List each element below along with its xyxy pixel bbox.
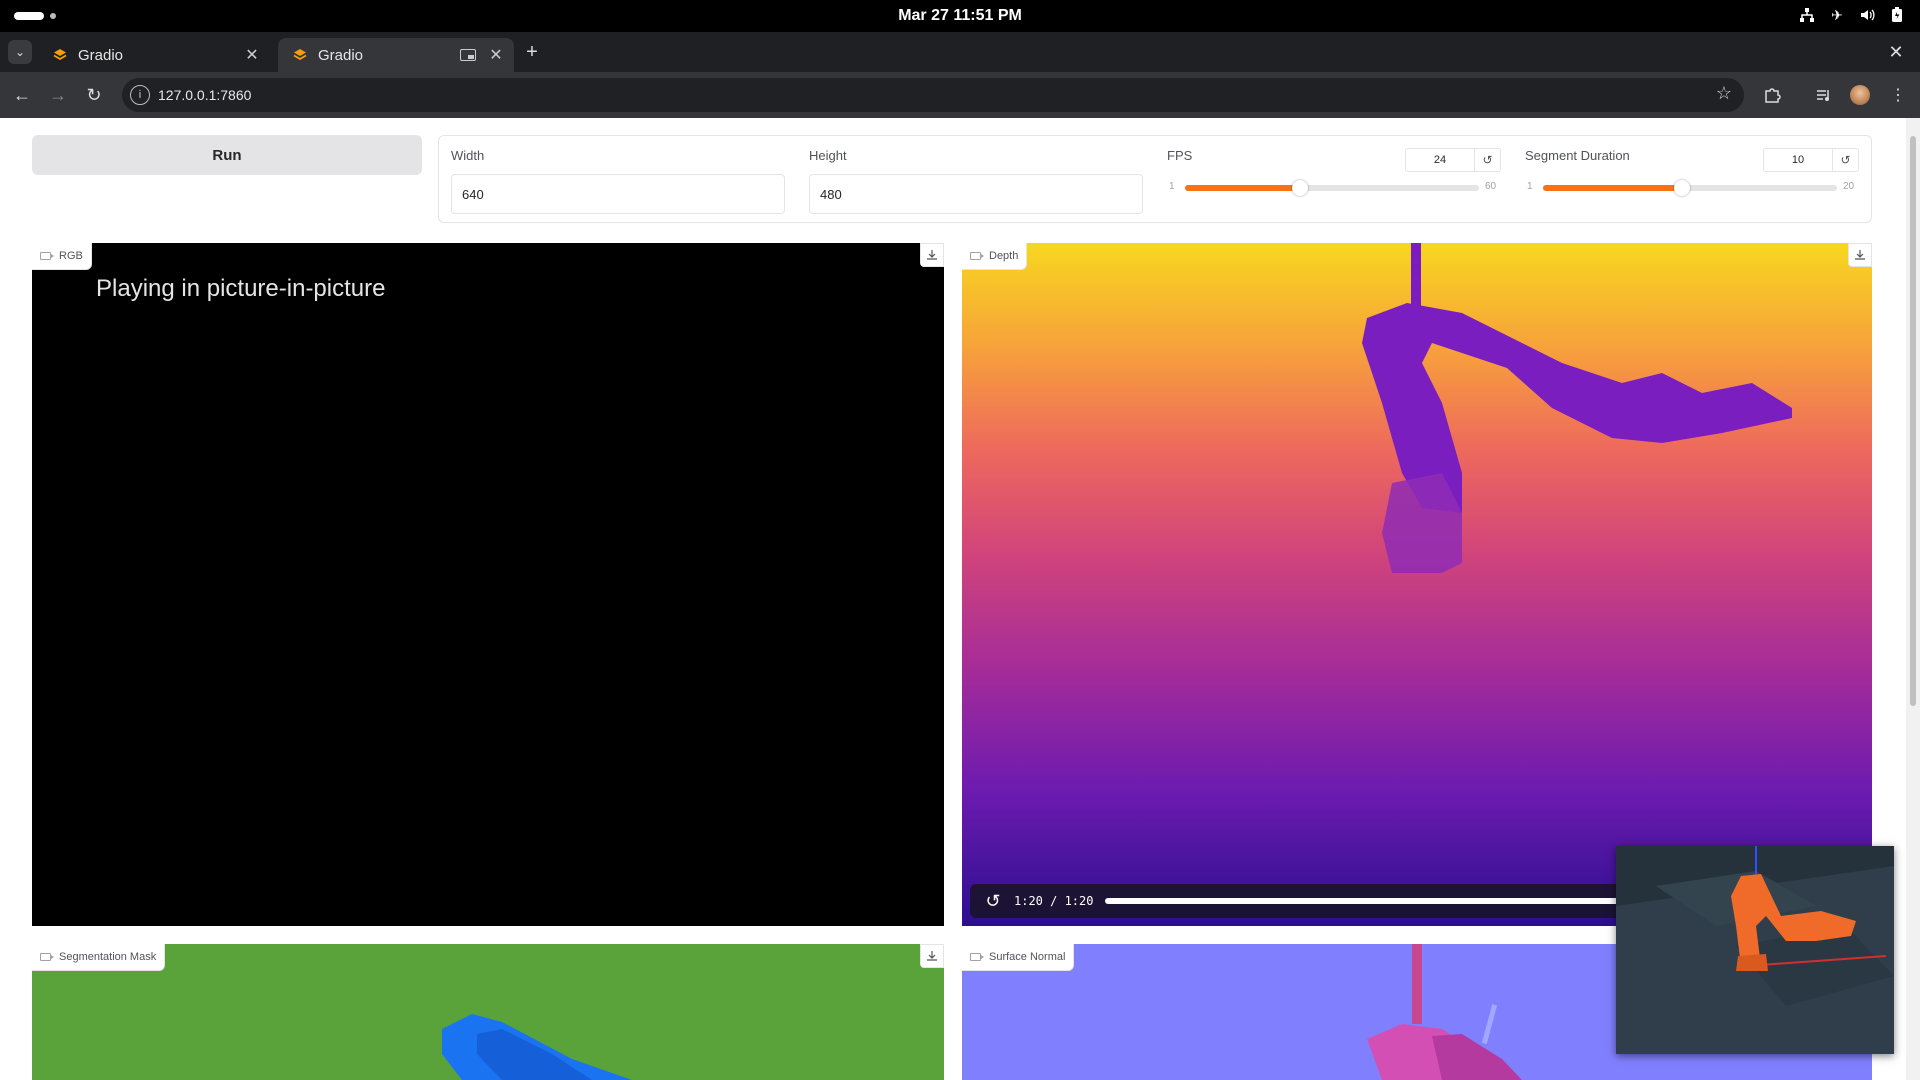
close-tab-icon[interactable]: ✕ bbox=[486, 45, 506, 65]
close-tab-icon[interactable]: ✕ bbox=[242, 45, 262, 65]
address-bar[interactable]: i 127.0.0.1:7860 ☆ bbox=[122, 78, 1744, 112]
airplane-mode-icon[interactable]: ✈ bbox=[1828, 6, 1846, 24]
media-controls-icon[interactable] bbox=[1812, 83, 1836, 107]
browser-toolbar: ← → ↻ i 127.0.0.1:7860 ☆ ⋮ bbox=[0, 72, 1920, 118]
reload-icon[interactable]: ↻ bbox=[82, 83, 106, 107]
fps-min-label: 1 bbox=[1169, 181, 1175, 192]
normal-label-text: Surface Normal bbox=[989, 951, 1066, 963]
page-scrollbar[interactable] bbox=[1906, 118, 1920, 1080]
settings-form: Width Height FPS 24 ↺ 1 60 Segment Durat… bbox=[438, 135, 1872, 223]
fps-slider-fill bbox=[1185, 185, 1300, 191]
fps-max-label: 60 bbox=[1485, 181, 1497, 192]
rgb-video-panel[interactable]: RGB Playing in picture-in-picture bbox=[32, 243, 944, 926]
fps-reset-icon[interactable]: ↺ bbox=[1475, 148, 1501, 172]
gradio-favicon-icon bbox=[293, 49, 307, 61]
download-icon[interactable] bbox=[1848, 243, 1872, 267]
system-top-bar: Mar 27 11:51 PM ✈ bbox=[0, 0, 1920, 32]
fps-label: FPS bbox=[1167, 148, 1193, 163]
normal-panel-label: Surface Normal bbox=[962, 944, 1075, 971]
rgb-panel-label: RGB bbox=[32, 243, 92, 270]
pip-message: Playing in picture-in-picture bbox=[96, 275, 386, 302]
system-tray[interactable]: ✈ bbox=[1798, 6, 1906, 24]
volume-icon[interactable] bbox=[1858, 6, 1876, 24]
depth-panel-label: Depth bbox=[962, 243, 1028, 270]
browser-tab-1[interactable]: Gradio ✕ bbox=[38, 38, 270, 72]
height-input[interactable] bbox=[809, 174, 1143, 214]
replay-icon[interactable]: ↺ bbox=[982, 890, 1004, 912]
rgb-label-text: RGB bbox=[59, 250, 83, 262]
scrollbar-thumb[interactable] bbox=[1910, 136, 1916, 706]
forward-arrow-icon[interactable]: → bbox=[46, 83, 70, 107]
segment-duration-number-input[interactable]: 10 bbox=[1763, 148, 1833, 172]
segmentation-video-panel[interactable]: Segmentation Mask bbox=[32, 944, 944, 1080]
segment-duration-label: Segment Duration bbox=[1525, 148, 1630, 163]
height-label: Height bbox=[809, 148, 847, 163]
segmentation-panel-label: Segmentation Mask bbox=[32, 944, 166, 971]
bookmark-star-icon[interactable]: ☆ bbox=[1716, 83, 1732, 104]
segment-duration-slider-thumb[interactable] bbox=[1674, 180, 1690, 196]
download-icon[interactable] bbox=[920, 243, 944, 267]
segment-duration-min-label: 1 bbox=[1527, 181, 1533, 192]
system-clock[interactable]: Mar 27 11:51 PM bbox=[0, 0, 1920, 32]
depth-video-panel[interactable]: Depth ↺ 1:20 / 1:20 bbox=[962, 243, 1872, 926]
profile-avatar[interactable] bbox=[1848, 83, 1872, 107]
network-icon[interactable] bbox=[1798, 6, 1816, 24]
tab-title: Gradio bbox=[78, 46, 124, 64]
segmentation-robot-arm bbox=[442, 1014, 632, 1080]
close-window-button[interactable]: ✕ bbox=[1884, 40, 1908, 64]
battery-icon[interactable] bbox=[1888, 6, 1906, 24]
fps-slider-thumb[interactable] bbox=[1292, 180, 1308, 196]
segment-duration-reset-icon[interactable]: ↺ bbox=[1833, 148, 1859, 172]
fps-number-input[interactable]: 24 bbox=[1405, 148, 1475, 172]
gradio-favicon-icon bbox=[53, 49, 67, 61]
video-camera-icon bbox=[40, 953, 54, 961]
video-camera-icon bbox=[970, 252, 984, 260]
width-input[interactable] bbox=[451, 174, 785, 214]
run-button[interactable]: Run bbox=[32, 135, 422, 175]
fps-slider[interactable] bbox=[1185, 180, 1479, 196]
more-menu-icon[interactable]: ⋮ bbox=[1886, 83, 1910, 107]
back-arrow-icon[interactable]: ← bbox=[10, 83, 34, 107]
segmentation-label-text: Segmentation Mask bbox=[59, 951, 157, 963]
new-tab-button[interactable]: + bbox=[520, 40, 544, 64]
tab-title: Gradio bbox=[318, 46, 364, 64]
tab-search-button[interactable]: ⌄ bbox=[8, 40, 32, 64]
extensions-puzzle-icon[interactable] bbox=[1760, 83, 1784, 107]
picture-in-picture-window[interactable] bbox=[1616, 846, 1894, 1054]
download-icon[interactable] bbox=[920, 944, 944, 968]
video-time: 1:20 / 1:20 bbox=[1014, 894, 1094, 908]
video-camera-icon bbox=[970, 953, 984, 961]
width-label: Width bbox=[451, 148, 485, 163]
browser-tab-2[interactable]: Gradio ✕ bbox=[278, 38, 514, 72]
url-text[interactable]: 127.0.0.1:7860 bbox=[158, 78, 251, 112]
picture-in-picture-icon[interactable] bbox=[460, 49, 476, 61]
segment-duration-slider[interactable] bbox=[1543, 180, 1837, 196]
pip-rgb-robot-scene bbox=[1616, 846, 1894, 1054]
depth-robot-arm bbox=[1362, 243, 1792, 573]
segment-duration-slider-fill bbox=[1543, 185, 1682, 191]
depth-label-text: Depth bbox=[989, 250, 1019, 262]
browser-tab-strip: ⌄ Gradio ✕ Gradio ✕ + ✕ bbox=[0, 32, 1920, 72]
site-info-icon[interactable]: i bbox=[130, 85, 150, 105]
video-camera-icon bbox=[40, 252, 54, 260]
segment-duration-max-label: 20 bbox=[1843, 181, 1855, 192]
